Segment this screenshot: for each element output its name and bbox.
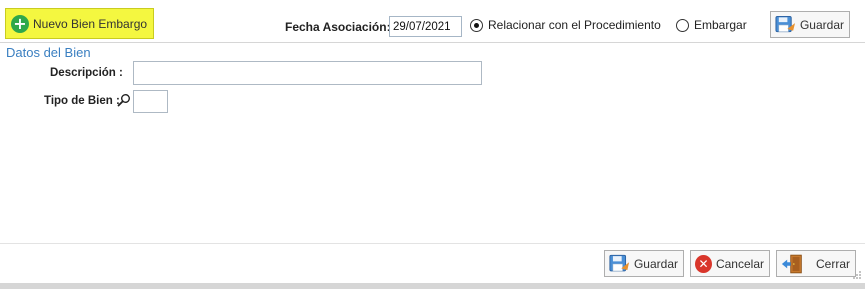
- radio-unchecked-indicator: [676, 18, 689, 32]
- new-bien-embargo-label: Nuevo Bien Embargo: [33, 16, 148, 31]
- floppy-save-icon: [775, 15, 796, 32]
- section-title-datos-del-bien: Datos del Bien: [6, 45, 91, 60]
- radio-checked-indicator: [470, 18, 483, 32]
- radio-embargar-label: Embargar: [694, 18, 747, 32]
- fecha-asociacion-label: Fecha Asociación:: [285, 20, 391, 34]
- tipo-de-bien-label: Tipo de Bien :: [44, 95, 120, 107]
- guardar-top-label: Guardar: [799, 17, 844, 32]
- guardar-top-button[interactable]: Guardar: [770, 11, 850, 38]
- radio-embargar[interactable]: Embargar: [676, 18, 747, 32]
- tipo-de-bien-input[interactable]: [133, 90, 168, 113]
- cerrar-label: Cerrar: [815, 256, 850, 271]
- new-bien-embargo-button[interactable]: + Nuevo Bien Embargo: [5, 8, 154, 39]
- guardar-button[interactable]: Guardar: [604, 250, 684, 277]
- cancel-circle-icon: ✕: [695, 254, 712, 273]
- plus-circle-icon: +: [11, 14, 29, 33]
- radio-relacionar-procedimiento[interactable]: Relacionar con el Procedimiento: [470, 18, 661, 32]
- floppy-save-icon: [609, 254, 630, 271]
- bottom-status-bar: [0, 283, 865, 289]
- fecha-asociacion-input[interactable]: [389, 16, 462, 37]
- cerrar-button[interactable]: Cerrar: [776, 250, 856, 277]
- cancelar-button[interactable]: ✕ Cancelar: [690, 250, 770, 277]
- guardar-label: Guardar: [633, 256, 678, 271]
- magnifier-icon[interactable]: [117, 93, 131, 107]
- cancelar-label: Cancelar: [715, 256, 764, 271]
- door-exit-icon: [781, 254, 802, 273]
- footer-divider: [0, 243, 865, 244]
- resize-grip-icon[interactable]: [852, 270, 862, 280]
- toolbar: + Nuevo Bien Embargo Fecha Asociación: R…: [0, 0, 865, 43]
- descripcion-label: Descripción :: [50, 67, 123, 79]
- radio-relacionar-label: Relacionar con el Procedimiento: [488, 18, 661, 32]
- descripcion-input[interactable]: [133, 61, 482, 85]
